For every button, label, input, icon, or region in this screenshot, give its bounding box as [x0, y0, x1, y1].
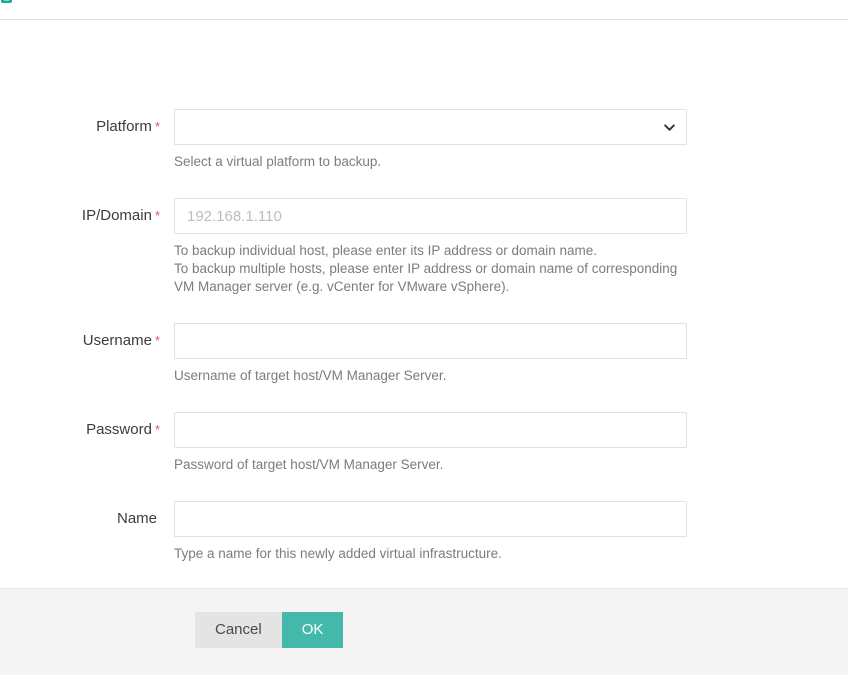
dialog-header-strip [0, 0, 848, 20]
form-row-name: Name Type a name for this newly added vi… [0, 501, 848, 563]
app-logo-icon [0, 0, 13, 4]
username-help-line-1: Username of target host/VM Manager Serve… [174, 368, 447, 383]
username-label-text: Username [82, 332, 152, 349]
ip-domain-help-line-3: VM Manager server (e.g. vCenter for VMwa… [174, 279, 510, 294]
ip-domain-help-line-1: To backup individual host, please enter … [174, 243, 597, 258]
password-label-text: Password [86, 421, 152, 438]
ok-button[interactable]: OK [281, 612, 344, 648]
password-label: Password * [0, 412, 174, 439]
username-required-marker: * [154, 333, 160, 348]
password-required-marker: * [154, 422, 160, 437]
name-help-line-1: Type a name for this newly added virtual… [174, 546, 502, 561]
dialog-body: Platform * Select a virtual platform to b… [0, 21, 848, 588]
platform-select-wrapper[interactable] [174, 109, 687, 145]
name-field-group: Type a name for this newly added virtual… [174, 501, 687, 563]
row-spacer [0, 474, 848, 501]
username-input[interactable] [174, 323, 687, 359]
username-help-text: Username of target host/VM Manager Serve… [174, 367, 687, 385]
platform-select[interactable] [174, 109, 687, 145]
ip-domain-required-marker: * [154, 208, 160, 223]
platform-label-text: Platform [96, 118, 152, 135]
password-help-text: Password of target host/VM Manager Serve… [174, 456, 687, 474]
password-field-group: Password of target host/VM Manager Serve… [174, 412, 687, 474]
row-spacer [0, 171, 848, 198]
ip-domain-input[interactable] [174, 198, 687, 234]
name-label: Name [0, 501, 174, 528]
form-row-password: Password * Password of target host/VM Man… [0, 412, 848, 474]
name-label-text: Name [116, 510, 157, 527]
platform-field-group: Select a virtual platform to backup. [174, 109, 687, 171]
form-row-ip-domain: IP/Domain* To backup individual host, pl… [0, 198, 848, 296]
ip-domain-help-text: To backup individual host, please enter … [174, 242, 687, 296]
dialog-footer: Cancel OK [0, 588, 848, 675]
platform-help-line-1: Select a virtual platform to backup. [174, 154, 382, 169]
username-field-group: Username of target host/VM Manager Serve… [174, 323, 687, 385]
platform-label: Platform * [0, 109, 174, 136]
platform-required-marker: * [154, 119, 160, 134]
name-input[interactable] [174, 501, 687, 537]
row-spacer [0, 385, 848, 412]
form-row-platform: Platform * Select a virtual platform to b… [0, 109, 848, 171]
ip-domain-field-group: To backup individual host, please enter … [174, 198, 687, 296]
username-label: Username * [0, 323, 174, 350]
ip-domain-label: IP/Domain * [0, 198, 174, 225]
cancel-button[interactable]: Cancel [195, 612, 282, 648]
password-help-line-1: Password of target host/VM Manager Serve… [174, 457, 444, 472]
platform-help-text: Select a virtual platform to backup. [174, 153, 687, 171]
form-row-username: Username * Username of target host/VM Man… [0, 323, 848, 385]
row-spacer [0, 296, 848, 323]
name-help-text: Type a name for this newly added virtual… [174, 545, 687, 563]
ip-domain-label-text: IP/Domain [81, 207, 152, 224]
password-input[interactable] [174, 412, 687, 448]
ip-domain-help-line-2: To backup multiple hosts, please enter I… [174, 261, 678, 276]
